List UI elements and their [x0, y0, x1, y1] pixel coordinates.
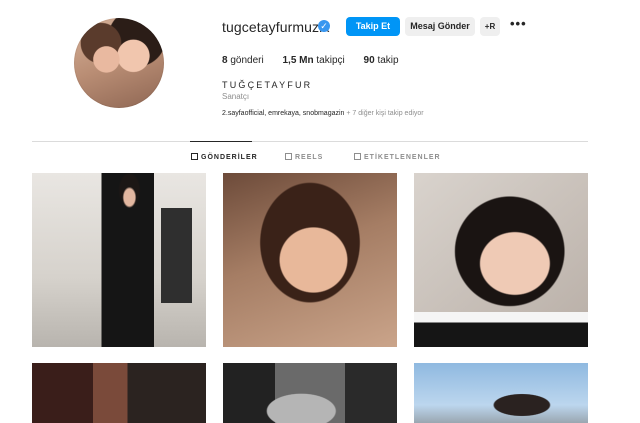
profile-username: tugcetayfurmuzik [222, 19, 330, 35]
tagged-icon [354, 153, 361, 160]
active-tab-indicator [190, 141, 252, 142]
tab-posts[interactable]: GÖNDERİLER [191, 153, 258, 161]
following-count: 90 [363, 55, 375, 66]
profile-stats: 8 gönderi 1,5 Mn takipçi 90 takip [222, 55, 415, 66]
followers-label: takipçi [316, 55, 345, 66]
followed-by-suffix: + 7 diğer kişi takip ediyor [344, 110, 424, 117]
grid-icon [191, 153, 198, 160]
following-stat[interactable]: 90 takip [364, 55, 399, 66]
profile-full-name: TUĞÇETAYFUR [222, 80, 313, 90]
post-thumbnail-2[interactable] [223, 173, 397, 347]
tab-tagged-label: ETİKETLENENLER [364, 154, 441, 161]
posts-count: 8 [222, 55, 228, 66]
post-thumbnail-6[interactable] [414, 363, 588, 423]
posts-label: gönderi [230, 55, 264, 66]
profile-category: Sanatçı [222, 92, 250, 101]
follow-button[interactable]: Takip Et [346, 17, 400, 36]
followers-count: 1,5 Mn [282, 55, 314, 66]
post-thumbnail-1[interactable] [32, 173, 206, 347]
tabs-divider [32, 141, 588, 142]
post-thumbnail-3[interactable] [414, 173, 588, 347]
verified-badge-icon: ✓ [318, 20, 330, 32]
profile-avatar[interactable] [74, 18, 164, 108]
suggested-accounts-button[interactable]: +R [480, 17, 500, 36]
post-thumbnail-4[interactable] [32, 363, 206, 423]
followed-by[interactable]: 2.sayfaofficial, emrekaya, snobmagazin +… [222, 110, 424, 117]
post-thumbnail-5[interactable] [223, 363, 397, 423]
tab-reels-label: REELS [295, 154, 324, 161]
tab-reels[interactable]: REELS [285, 153, 323, 161]
tab-posts-label: GÖNDERİLER [201, 154, 258, 161]
followers-stat[interactable]: 1,5 Mn takipçi [282, 55, 347, 66]
following-label: takip [377, 55, 399, 66]
more-options-icon[interactable]: ••• [510, 16, 527, 31]
followed-by-names: 2.sayfaofficial, emrekaya, snobmagazin [222, 110, 345, 117]
reels-icon [285, 153, 292, 160]
posts-stat: 8 gönderi [222, 55, 266, 66]
tab-tagged[interactable]: ETİKETLENENLER [354, 153, 441, 161]
message-button[interactable]: Mesaj Gönder [405, 17, 475, 36]
